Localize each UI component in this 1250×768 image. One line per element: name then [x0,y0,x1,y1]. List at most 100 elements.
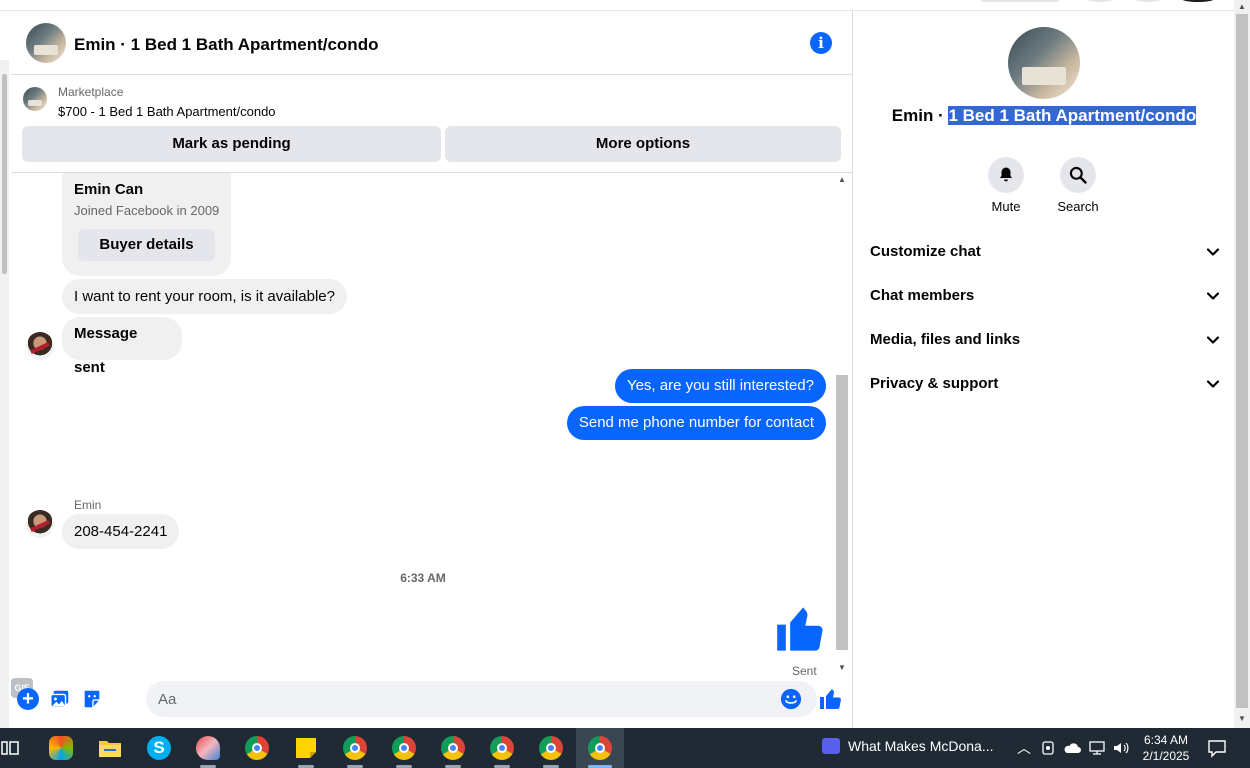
top-nav-button[interactable] [1133,0,1163,2]
details-title-selected[interactable]: 1 Bed 1 Bath Apartment/condo [948,106,1197,125]
chevron-down-icon [1206,248,1220,256]
scroll-down-arrow[interactable]: ▼ [834,663,850,675]
chat-header: Emin · 1 Bed 1 Bath Apartment/condo i [11,11,853,75]
page-scroll-down-arrow[interactable]: ▼ [1234,714,1250,723]
chevron-down-icon [1206,380,1220,388]
message-bubble-incoming[interactable]: 208-454-2241 [62,514,180,549]
sticker-icon[interactable] [81,688,103,710]
more-options-button[interactable]: More options [445,126,841,162]
mute-label: Mute [991,199,1021,214]
chrome-profile-icon[interactable] [343,736,367,760]
message-timestamp: 6:33 AM [400,571,446,585]
media-widget[interactable]: What Makes McDona... [822,738,994,754]
search-icon [1069,166,1087,184]
plus-icon[interactable]: + [17,688,39,710]
mute-button[interactable] [988,157,1024,193]
listing-thumbnail[interactable] [23,87,47,111]
clock-time: 6:34 AM [1143,733,1189,747]
sticky-notes-icon[interactable] [294,736,318,760]
chevron-down-icon [1206,336,1220,344]
page: Emin · 1 Bed 1 Bath Apartment/condo i Ma… [0,0,1250,768]
left-scrollbar-thumb[interactable] [2,74,7,274]
notifications-icon[interactable] [1207,738,1227,758]
bell-icon [1000,167,1012,182]
details-title-prefix: Emin · [891,106,949,125]
taskbar: S What Makes McDona... ︿ 6:34 AM 2/1/202 [0,728,1250,768]
marketplace-label: Marketplace [58,85,124,99]
thumbs-up-icon[interactable] [775,603,827,655]
top-nav-button[interactable] [1085,0,1115,2]
chevron-up-icon[interactable]: ︿ [1017,738,1031,758]
chat-panel: Emin · 1 Bed 1 Bath Apartment/condo i Ma… [11,11,853,728]
chrome-profile-icon[interactable] [588,736,612,760]
buyer-details-button[interactable]: Buyer details [78,229,215,261]
chrome-profile-icon[interactable] [441,736,465,760]
top-nav-pill[interactable] [980,0,1060,2]
chrome-icon[interactable] [245,736,269,760]
message-bubble-outgoing[interactable]: Yes, are you still interested? [614,369,826,403]
info-icon[interactable]: i [810,32,832,54]
paint-icon[interactable] [196,736,220,760]
photo-icon[interactable] [49,688,71,710]
search-label: Search [1057,199,1099,214]
accordion-customize-chat[interactable]: Customize chat [870,230,1220,274]
copilot-icon[interactable] [49,736,73,760]
clock-date: 2/1/2025 [1142,749,1190,763]
like-icon[interactable] [819,687,843,711]
clock[interactable]: 6:34 AM 2/1/2025 [1141,732,1191,764]
accordion-chat-members[interactable]: Chat members [870,274,1220,318]
volume-icon[interactable] [1112,740,1130,756]
messages-scrollbar[interactable]: ▲ ▼ [834,173,850,678]
profile-avatar[interactable] [1180,0,1216,2]
task-view-icon[interactable] [0,738,20,758]
media-title: What Makes McDona... [848,738,994,754]
accordion-label: Privacy & support [870,375,999,392]
scroll-up-arrow[interactable]: ▲ [834,175,850,187]
message-bubble-outgoing[interactable]: Send me phone number for contact [566,406,826,440]
chrome-profile-icon[interactable] [490,736,514,760]
page-scrollbar-thumb[interactable] [1236,14,1248,708]
buyer-joined: Joined Facebook in 2009 [74,203,220,218]
search-button[interactable] [1060,157,1096,193]
search-action[interactable]: Search [1048,157,1108,214]
skype-icon[interactable]: S [147,736,171,760]
listing-avatar[interactable] [26,23,66,63]
page-scroll-up-arrow[interactable]: ▲ [1234,2,1250,11]
marketplace-banner: Marketplace $700 - 1 Bed 1 Bath Apartmen… [11,75,853,173]
meet-icon[interactable] [1040,740,1056,756]
accordion-privacy-support[interactable]: Privacy & support [870,362,1220,406]
buyer-name: Emin Can [74,181,144,198]
file-explorer-icon[interactable] [98,736,122,760]
accordion-label: Chat members [870,287,975,304]
message-bubble-incoming[interactable]: I want to rent your room, is it availabl… [62,279,347,314]
video-icon [822,738,840,754]
message-input[interactable] [146,681,817,717]
sent-status: Sent [792,664,817,678]
mute-action[interactable]: Mute [976,157,1036,214]
accordion-media-files-links[interactable]: Media, files and links [870,318,1220,362]
emoji-icon[interactable] [780,688,802,710]
network-icon[interactable] [1088,740,1106,756]
message-list: Emin Can Joined Facebook in 2009 Buyer d… [11,173,853,678]
chrome-profile-icon[interactable] [539,736,563,760]
mark-as-pending-button[interactable]: Mark as pending [22,126,441,162]
accordion-label: Customize chat [870,243,981,260]
chevron-down-icon [1206,292,1220,300]
page-scrollbar[interactable]: ▲ ▼ [1234,0,1250,728]
accordion-label: Media, files and links [870,331,1021,348]
chat-title[interactable]: Emin · 1 Bed 1 Bath Apartment/condo [74,35,378,55]
messages-scrollbar-thumb[interactable] [836,375,848,650]
user-avatar[interactable] [26,510,54,538]
listing-large-avatar[interactable] [1008,27,1080,99]
message-sent-notice: Message sent [62,317,182,376]
details-title[interactable]: Emin · 1 Bed 1 Bath Apartment/condo [854,106,1234,126]
sender-name: Emin [74,498,102,512]
left-scrollbar[interactable] [0,60,9,728]
buyer-card: Emin Can Joined Facebook in 2009 Buyer d… [62,173,231,276]
composer: + GIF [11,678,853,728]
chrome-profile-icon[interactable] [392,736,416,760]
top-strip [0,0,1250,11]
listing-price-title[interactable]: $700 - 1 Bed 1 Bath Apartment/condo [58,104,276,119]
onedrive-icon[interactable] [1063,740,1081,756]
user-avatar[interactable] [26,332,54,360]
